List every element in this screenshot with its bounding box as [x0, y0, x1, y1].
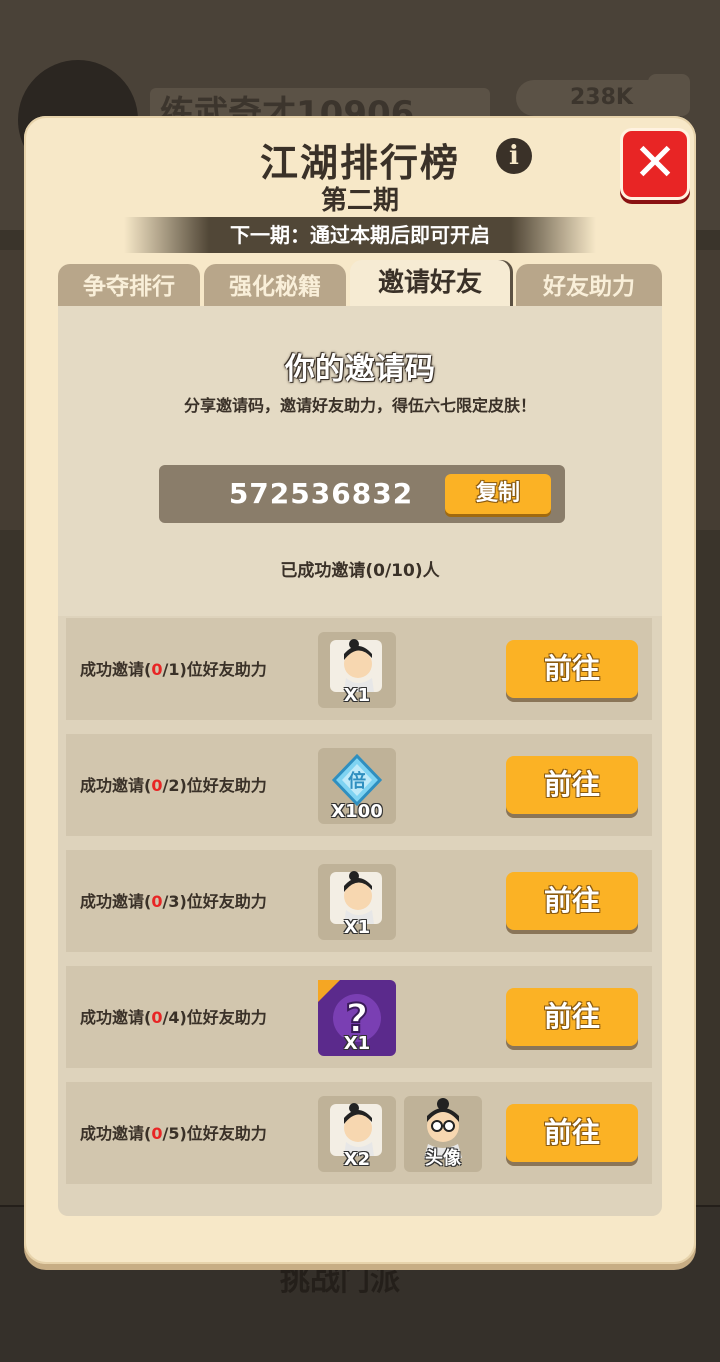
reward-item[interactable]: ? X1 — [318, 980, 396, 1056]
modal-subtitle: 第二期 — [320, 186, 399, 216]
task-label: 成功邀请(0/4)位好友助力 — [80, 1008, 267, 1027]
task-label: 成功邀请(0/5)位好友助力 — [80, 1124, 267, 1143]
invite-code-description: 分享邀请码，邀请好友助力，得伍六七限定皮肤！ — [183, 396, 536, 415]
reward-quantity: X1 — [343, 917, 371, 938]
task-label: 成功邀请(0/3)位好友助力 — [80, 892, 267, 911]
invite-panel: 你的邀请码 分享邀请码，邀请好友助力，得伍六七限定皮肤！ 572536832 复… — [58, 306, 662, 1216]
reward-quantity: X1 — [343, 685, 371, 706]
reward-item[interactable]: X1 — [318, 864, 396, 940]
reward-item[interactable]: 头像 — [404, 1096, 482, 1172]
modal-title: 江湖排行榜 — [259, 141, 460, 185]
add-coin-button — [648, 74, 690, 116]
close-button[interactable]: ✕ — [620, 128, 690, 200]
go-button[interactable]: 前往 — [506, 640, 638, 698]
reward-row: 成功邀请(0/5)位好友助力 X2 头像 前往 — [66, 1082, 652, 1184]
copy-button[interactable]: 复制 — [445, 474, 551, 514]
go-button[interactable]: 前往 — [506, 1104, 638, 1162]
invite-code-box: 572536832 复制 — [159, 465, 565, 523]
invite-code-section: 你的邀请码 分享邀请码，邀请好友助力，得伍六七限定皮肤！ 572536832 复… — [58, 306, 662, 616]
tab-friend-assist[interactable]: 好友助力 — [516, 264, 662, 308]
reward-quantity: X1 — [343, 1033, 371, 1054]
task-label: 成功邀请(0/1)位好友助力 — [80, 660, 267, 679]
task-label: 成功邀请(0/2)位好友助力 — [80, 776, 267, 795]
reward-item[interactable]: X2 — [318, 1096, 396, 1172]
reward-row: 成功邀请(0/1)位好友助力 X1 前往 — [66, 618, 652, 720]
leaderboard-modal: 江湖排行榜 i 第二期 ✕ 下一期：通过本期后即可开启 争夺排行 强化秘籍 邀请… — [24, 116, 696, 1264]
info-icon[interactable]: i — [496, 138, 532, 174]
reward-row: 成功邀请(0/4)位好友助力 ? X1 前往 — [66, 966, 652, 1068]
reward-row: 成功邀请(0/2)位好友助力 倍 X100 前往 — [66, 734, 652, 836]
reward-item[interactable]: X1 — [318, 632, 396, 708]
reward-quantity: X2 — [343, 1149, 371, 1170]
close-icon: ✕ — [633, 133, 677, 193]
invite-code-title: 你的邀请码 — [285, 352, 435, 387]
tab-upgrade-guide[interactable]: 强化秘籍 — [204, 264, 346, 308]
tab-ranking[interactable]: 争夺排行 — [58, 264, 200, 308]
svg-text:倍: 倍 — [348, 770, 366, 792]
rarity-tag — [318, 980, 340, 1002]
tab-bar: 争夺排行 强化秘籍 邀请好友 好友助力 — [58, 260, 662, 308]
invited-count: 已成功邀请(0/10)人 — [280, 561, 440, 581]
reward-row: 成功邀请(0/3)位好友助力 X1 前往 — [66, 850, 652, 952]
reward-item[interactable]: 倍 X100 — [318, 748, 396, 824]
go-button[interactable]: 前往 — [506, 756, 638, 814]
tab-invite-friends[interactable]: 邀请好友 — [350, 260, 510, 308]
next-period-banner: 下一期：通过本期后即可开启 — [124, 217, 596, 253]
go-button[interactable]: 前往 — [506, 872, 638, 930]
reward-quantity: X100 — [331, 801, 383, 822]
go-button[interactable]: 前往 — [506, 988, 638, 1046]
reward-quantity: 头像 — [425, 1148, 461, 1169]
invite-code-value: 572536832 — [228, 477, 414, 510]
